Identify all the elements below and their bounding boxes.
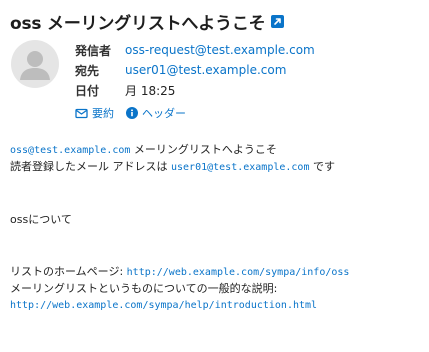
headers-label: ヘッダー	[142, 107, 186, 120]
envelope-icon	[75, 108, 88, 119]
message-view: oss メーリングリストへようこそ 発信者 oss-request@test.e…	[0, 0, 429, 352]
sender-label: 発信者	[75, 43, 112, 58]
external-link-icon[interactable]	[271, 15, 285, 28]
welcome-line: oss@test.example.com メーリングリストへようこそ	[10, 142, 425, 159]
about-line: ossについて	[10, 213, 72, 226]
to-row: 宛先 user01@test.example.com	[75, 60, 315, 80]
message-header: oss メーリングリストへようこそ	[10, 9, 285, 34]
message-subject: oss メーリングリストへようこそ	[10, 14, 266, 34]
to-address[interactable]: user01@test.example.com	[125, 63, 286, 77]
message-body: oss@test.example.com メーリングリストへようこそ 読者登録し…	[10, 142, 425, 314]
message-actions: 要約 ヘッダー	[75, 103, 315, 123]
general-info-line: http://web.example.com/sympa/help/introd…	[10, 297, 425, 314]
registered-line: 読者登録したメール アドレスは user01@test.example.com …	[10, 159, 425, 176]
date-label: 日付	[75, 83, 100, 98]
message-meta: 発信者 oss-request@test.example.com 宛先 user…	[75, 40, 315, 123]
registered-suffix: です	[312, 160, 335, 173]
person-icon	[20, 51, 50, 80]
general-info-link[interactable]: http://web.example.com/sympa/help/introd…	[10, 300, 317, 311]
date-row: 日付 月 18:25	[75, 80, 315, 100]
sender-address[interactable]: oss-request@test.example.com	[125, 43, 315, 57]
homepage-label: リストのホームページ:	[10, 265, 124, 278]
sender-row: 発信者 oss-request@test.example.com	[75, 40, 315, 60]
info-icon	[126, 107, 138, 119]
sender-avatar	[11, 40, 59, 88]
summary-label: 要約	[92, 107, 114, 120]
registered-prefix: 読者登録したメール アドレスは	[10, 160, 168, 173]
summary-button[interactable]: 要約	[75, 105, 114, 121]
general-info-label: メーリングリストというものについての一般的な説明:	[10, 282, 278, 295]
headers-button[interactable]: ヘッダー	[126, 105, 186, 121]
homepage-link[interactable]: http://web.example.com/sympa/info/oss	[127, 267, 350, 278]
to-label: 宛先	[75, 63, 100, 78]
welcome-text: メーリングリストへようこそ	[133, 143, 277, 156]
date-value: 月 18:25	[125, 83, 176, 98]
registered-address-link[interactable]: user01@test.example.com	[171, 162, 309, 173]
list-address-link[interactable]: oss@test.example.com	[10, 145, 130, 156]
homepage-line: リストのホームページ: http://web.example.com/sympa…	[10, 264, 425, 281]
